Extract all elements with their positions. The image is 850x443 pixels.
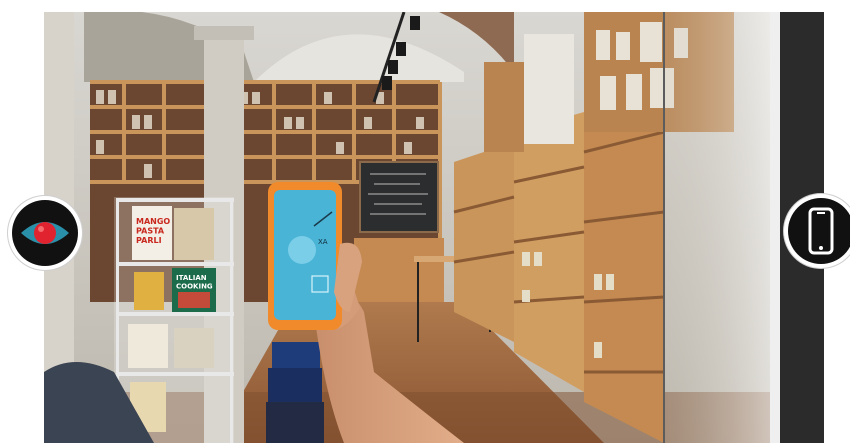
smartphone-view-button[interactable]	[784, 194, 850, 268]
svg-text:XA: XA	[318, 238, 328, 246]
book-beige	[174, 328, 214, 368]
eye-view-button[interactable]	[8, 196, 82, 270]
book-yellow	[134, 272, 164, 310]
store-photo: MANGO PASTA PARLI ITALIAN COOKING XA	[44, 12, 824, 443]
book-cooking: ITALIAN COOKING	[172, 268, 216, 312]
phone-in-hand: XA	[268, 182, 342, 330]
eye-icon	[21, 222, 69, 244]
smartphone-icon	[808, 207, 834, 255]
book-white	[128, 324, 168, 368]
blackboard	[359, 161, 439, 233]
book-tan	[174, 208, 214, 260]
glass-door	[664, 12, 774, 443]
counter	[354, 238, 444, 302]
baskets	[266, 342, 324, 443]
book-mango: MANGO PASTA PARLI	[132, 206, 172, 260]
store-scene: MANGO PASTA PARLI ITALIAN COOKING XA	[44, 12, 824, 443]
